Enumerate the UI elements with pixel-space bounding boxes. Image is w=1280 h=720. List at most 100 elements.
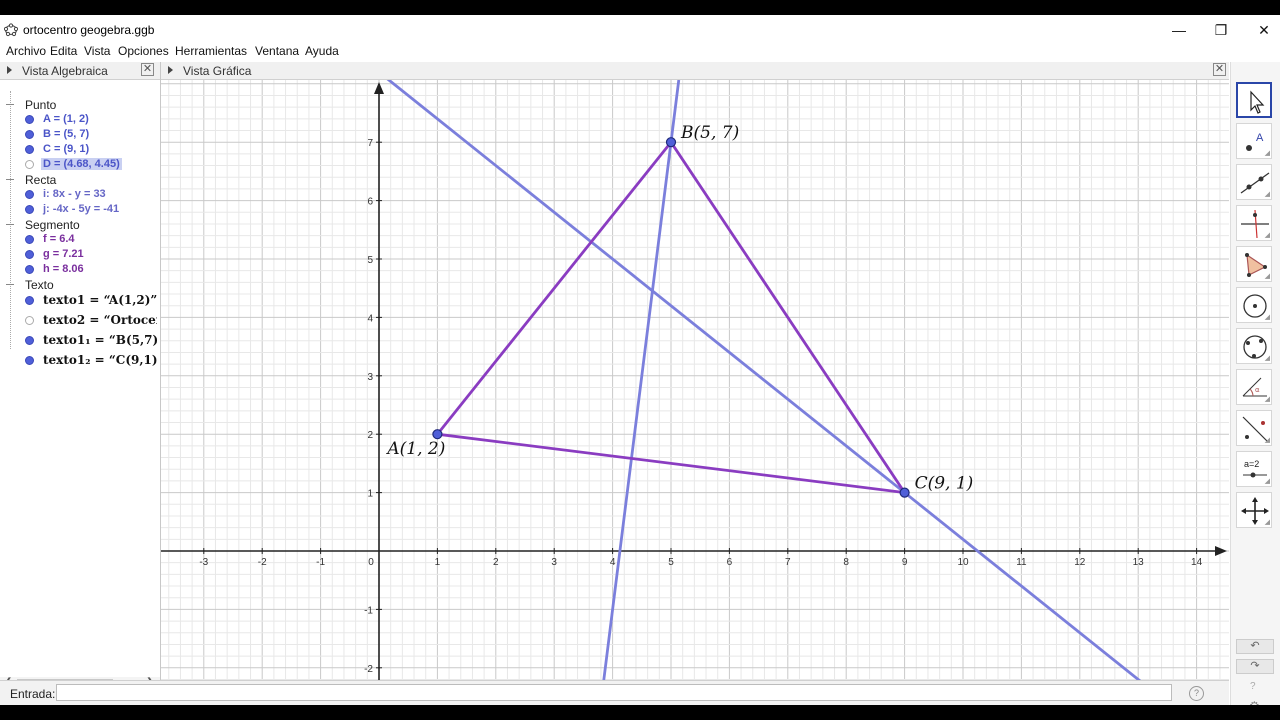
title-bar: ortocentro geogebra.ggb — ❐ ✕	[0, 15, 1280, 45]
algebra-view-title: Vista Algebraica	[22, 64, 108, 78]
redo-button[interactable]: ↷	[1236, 659, 1274, 674]
graphics-view[interactable]: Vista Gráfica ✕ -3 -2 -1 0 1 2 3 4 5 6 7 8 9 10 11 12 13…	[161, 62, 1229, 680]
x-tick-label: 5	[668, 557, 674, 568]
y-tick-label: 6	[367, 197, 373, 208]
move-view-tool-icon[interactable]: ◢	[1236, 492, 1272, 528]
collapse-icon[interactable]	[6, 284, 14, 285]
algebra-item-g[interactable]: g = 7.21	[43, 248, 84, 260]
visibility-toggle[interactable]	[25, 235, 34, 244]
algebra-item-j[interactable]: j: -4x - 5y = -41	[43, 203, 119, 215]
algebra-item-i[interactable]: i: 8x - y = 33	[43, 188, 106, 200]
visibility-toggle[interactable]	[25, 336, 34, 345]
visibility-toggle[interactable]	[25, 190, 34, 199]
y-tick-label: 2	[367, 430, 373, 441]
undo-button[interactable]: ↶	[1236, 639, 1274, 654]
group-label-texto: Texto	[25, 278, 54, 292]
menu-ventana[interactable]: Ventana	[255, 44, 299, 58]
menu-bar: Archivo Edita Vista Opciones Herramienta…	[0, 43, 1280, 61]
slider-tool-label: a=2	[1244, 459, 1259, 469]
algebra-item-c[interactable]: C = (9, 1)	[43, 143, 89, 155]
circle-3pt-tool-icon[interactable]: ◢	[1236, 328, 1272, 364]
collapse-icon[interactable]	[6, 104, 14, 105]
line-tool-icon[interactable]: ◢	[1236, 164, 1272, 200]
y-tick-label: -1	[364, 605, 373, 616]
menu-archivo[interactable]: Archivo	[6, 44, 46, 58]
visibility-toggle[interactable]	[25, 250, 34, 259]
settings-gear-icon[interactable]: ⚙	[1249, 699, 1260, 705]
x-tick-label: 2	[493, 557, 499, 568]
visibility-toggle[interactable]	[25, 356, 34, 365]
visibility-toggle[interactable]	[25, 130, 34, 139]
x-axis-arrow	[1215, 546, 1227, 556]
y-tick-label: -2	[364, 664, 373, 675]
close-panel-icon[interactable]: ✕	[141, 63, 154, 76]
point-tool-icon[interactable]: A ◢	[1236, 123, 1272, 159]
group-label-segmento: Segmento	[25, 218, 80, 232]
geogebra-logo-icon	[4, 23, 18, 37]
restore-icon[interactable]: ❐	[1206, 20, 1236, 40]
polygon-tool-icon[interactable]: ◢	[1236, 246, 1272, 282]
collapse-icon[interactable]	[6, 224, 14, 225]
algebra-item-texto1[interactable]: texto1 = “A(1,2)”	[43, 293, 157, 307]
algebra-item-texto1-1[interactable]: texto1₁ = “B(5,7)”	[43, 333, 157, 347]
input-bar: Entrada: ?	[0, 680, 1229, 705]
angle-tool-icon[interactable]: α ◢	[1236, 369, 1272, 405]
algebra-item-b[interactable]: B = (5, 7)	[43, 128, 89, 140]
algebra-item-texto2[interactable]: texto2 = “Ortocentro”	[43, 313, 157, 327]
point-label-A: A(1, 2)	[385, 439, 445, 459]
x-tick-label: 8	[843, 557, 849, 568]
line-i[interactable]	[602, 80, 681, 680]
visibility-toggle[interactable]	[25, 145, 34, 154]
x-tick-label: 6	[727, 557, 733, 568]
x-tick-label: -3	[199, 557, 208, 568]
close-panel-icon[interactable]: ✕	[1213, 63, 1226, 76]
algebra-item-f[interactable]: f = 6.4	[43, 233, 75, 245]
menu-ayuda[interactable]: Ayuda	[305, 44, 339, 58]
close-window-icon[interactable]: ✕	[1249, 20, 1279, 40]
y-tick-label: 3	[367, 372, 373, 383]
menu-vista[interactable]: Vista	[84, 44, 110, 58]
reflect-tool-icon[interactable]: ◢	[1236, 410, 1272, 446]
circle-tool-icon[interactable]: ◢	[1236, 287, 1272, 323]
point-A[interactable]	[432, 429, 443, 440]
algebra-item-d[interactable]: D = (4.68, 4.45)	[41, 158, 122, 170]
move-tool-icon[interactable]	[1236, 82, 1272, 118]
panel-expand-icon[interactable]	[168, 66, 173, 74]
menu-opciones[interactable]: Opciones	[118, 44, 169, 58]
x-tick-label: 4	[610, 557, 616, 568]
visibility-toggle[interactable]	[25, 160, 34, 169]
menu-edita[interactable]: Edita	[50, 44, 77, 58]
input-label: Entrada:	[10, 687, 56, 701]
visibility-toggle[interactable]	[25, 296, 34, 305]
panel-expand-icon[interactable]	[7, 66, 12, 74]
x-tick-label: 1	[435, 557, 441, 568]
graphics-canvas[interactable]: -3 -2 -1 0 1 2 3 4 5 6 7 8 9 10 11 12 13 14-2-11234567A(1…	[161, 80, 1229, 680]
algebra-view: Vista Algebraica ✕ Punto A = (1, 2) B = …	[0, 62, 161, 690]
algebra-item-h[interactable]: h = 8.06	[43, 263, 84, 275]
visibility-toggle[interactable]	[25, 316, 34, 325]
x-tick-label: 12	[1074, 557, 1086, 568]
tree-connector	[10, 91, 11, 349]
y-tick-label: 7	[367, 138, 373, 149]
help-small-icon[interactable]: ?	[1250, 681, 1256, 692]
graphics-view-header: Vista Gráfica ✕	[161, 62, 1229, 80]
minimize-icon[interactable]: —	[1164, 20, 1194, 40]
x-tick-label: 11	[1016, 557, 1027, 568]
y-tick-label: 4	[367, 313, 373, 324]
slider-tool-icon[interactable]: a=2 ◢	[1236, 451, 1272, 487]
command-input[interactable]	[56, 684, 1172, 701]
point-C[interactable]	[899, 487, 910, 498]
menu-herramientas[interactable]: Herramientas	[175, 44, 247, 58]
visibility-toggle[interactable]	[25, 205, 34, 214]
visibility-toggle[interactable]	[25, 265, 34, 274]
perpendicular-tool-icon[interactable]: ◢	[1236, 205, 1272, 241]
window-title: ortocentro geogebra.ggb	[23, 23, 155, 37]
algebra-item-texto1-2[interactable]: texto1₂ = “C(9,1)”	[43, 353, 157, 367]
collapse-icon[interactable]	[6, 179, 14, 180]
svg-text:α: α	[1255, 386, 1260, 394]
visibility-toggle[interactable]	[25, 115, 34, 124]
line-j[interactable]	[161, 80, 1229, 680]
algebra-item-a[interactable]: A = (1, 2)	[43, 113, 89, 125]
point-B[interactable]	[665, 137, 677, 148]
input-help-icon[interactable]: ?	[1189, 686, 1204, 701]
